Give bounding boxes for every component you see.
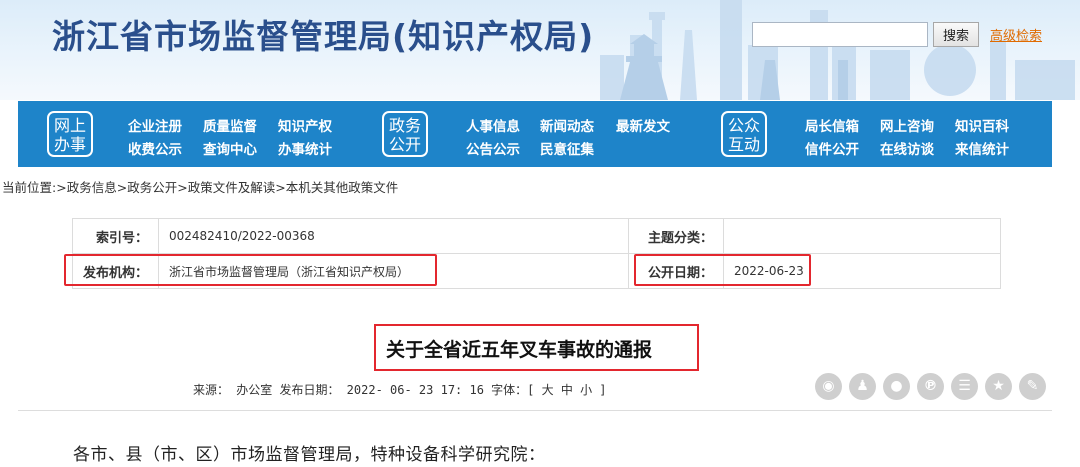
douban-icon[interactable]: ☰: [951, 373, 978, 400]
nav-link[interactable]: 知识产权: [278, 115, 332, 135]
breadcrumb-separator: >: [275, 180, 286, 195]
site-title: 浙江省市场监督管理局(知识产权局): [52, 17, 595, 56]
breadcrumb-separator: >: [116, 180, 128, 195]
nav-link[interactable]: 新闻动态: [540, 115, 594, 135]
table-row: 索引号： 002482410/2022-00368 主题分类：: [72, 218, 1001, 254]
nav-link[interactable]: 企业注册: [128, 115, 182, 135]
nav-link[interactable]: 最新发文: [616, 115, 670, 135]
search-button[interactable]: 搜索: [933, 22, 979, 47]
article-info-line: 来源： 办公室 发布日期： 2022- 06- 23 17: 16 字体：[ 大…: [193, 383, 607, 397]
nav-link[interactable]: 查询中心: [203, 138, 257, 158]
wechat-icon[interactable]: ●: [883, 373, 910, 400]
nav-badge-line: 公开: [388, 135, 421, 154]
pinterest-icon[interactable]: ℗: [917, 373, 944, 400]
breadcrumb-prefix: 当前位置:: [2, 180, 57, 195]
nav-badge-line: 互动: [727, 135, 760, 154]
nav-badge-line: 办事: [53, 135, 86, 154]
divider: [18, 410, 1052, 411]
topic-label: 主题分类：: [628, 218, 724, 254]
publisher-highlight-box: [64, 254, 437, 286]
nav-link[interactable]: 在线访谈: [880, 138, 934, 158]
nav-badge-gov-affairs[interactable]: 政务 公开: [382, 111, 428, 157]
nav-badge-line: 政务: [388, 116, 421, 135]
nav-badge-public-interaction[interactable]: 公众 互动: [721, 111, 767, 157]
nav-link[interactable]: 民意征集: [540, 138, 594, 158]
article-title: 关于全省近五年叉车事故的通报: [386, 339, 653, 361]
weibo-icon[interactable]: ◉: [815, 373, 842, 400]
nav-link[interactable]: 知识百科: [955, 115, 1009, 135]
nav-badge-line: 公众: [727, 116, 760, 135]
topic-value: [723, 218, 1001, 254]
nav-link[interactable]: 局长信箱: [805, 115, 859, 135]
nav-link[interactable]: 人事信息: [466, 115, 520, 135]
nav-link[interactable]: 质量监督: [203, 115, 257, 135]
nav-link[interactable]: 收费公示: [128, 138, 182, 158]
date-highlight-box: [634, 254, 811, 286]
city-skyline-banner: [600, 0, 1075, 100]
search-input[interactable]: [752, 22, 928, 47]
breadcrumb: 当前位置:>政务信息>政务公开>政策文件及解读>本机关其他政策文件: [2, 177, 398, 196]
nav-link[interactable]: 网上咨询: [880, 115, 934, 135]
nav-link[interactable]: 公告公示: [466, 138, 520, 158]
advanced-search-link[interactable]: 高级检索: [990, 25, 1042, 44]
more-icon[interactable]: ✎: [1019, 373, 1046, 400]
breadcrumb-item[interactable]: 政务公开: [127, 180, 177, 195]
site-header: 浙江省市场监督管理局(知识产权局) 搜索 高级检索: [0, 0, 1080, 100]
nav-link[interactable]: 办事统计: [278, 138, 332, 158]
breadcrumb-separator: >: [177, 180, 188, 195]
breadcrumb-item[interactable]: 政务信息: [67, 180, 117, 195]
nav-link[interactable]: 来信统计: [955, 138, 1009, 158]
article-salutation: 各市、县（市、区）市场监督管理局，特种设备科学研究院：: [73, 445, 546, 465]
nav-badge-online-service[interactable]: 网上 办事: [47, 111, 93, 157]
qzone-icon[interactable]: ★: [985, 373, 1012, 400]
nav-badge-line: 网上: [53, 116, 86, 135]
qq-icon[interactable]: ♟: [849, 373, 876, 400]
breadcrumb-separator: >: [56, 180, 67, 195]
breadcrumb-item[interactable]: 本机关其他政策文件: [286, 180, 399, 195]
nav-link[interactable]: 信件公开: [805, 138, 859, 158]
index-number-label: 索引号：: [72, 218, 159, 254]
index-number-value: 002482410/2022-00368: [158, 218, 629, 254]
main-nav: 网上 办事 企业注册 质量监督 知识产权 收费公示 查询中心 办事统计 政务 公…: [18, 101, 1052, 167]
breadcrumb-item[interactable]: 政策文件及解读: [188, 180, 276, 195]
